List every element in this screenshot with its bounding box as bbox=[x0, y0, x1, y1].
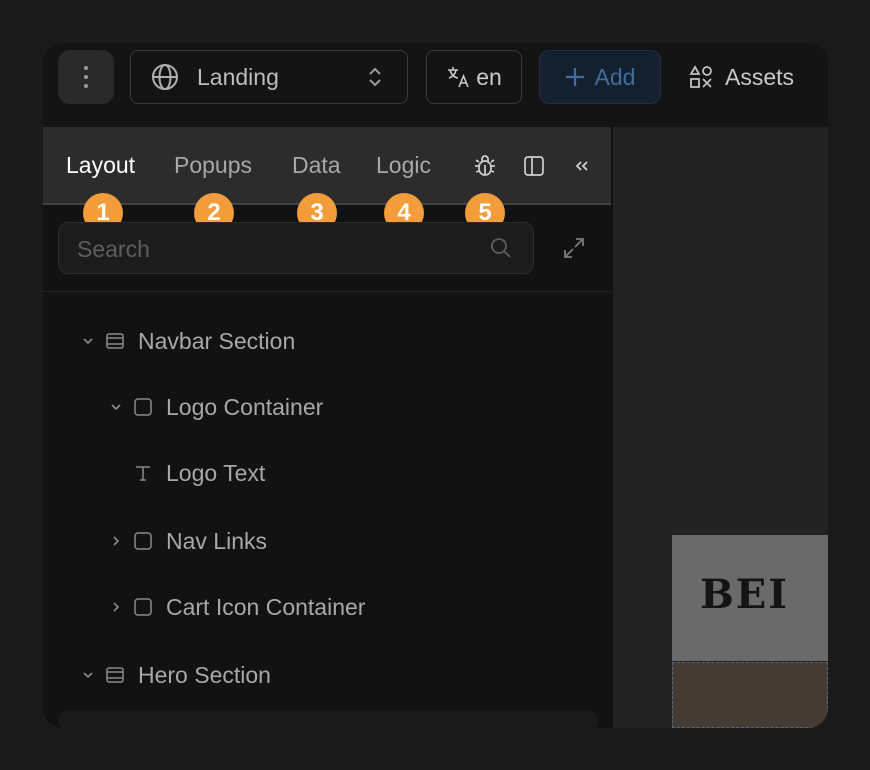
search-input[interactable] bbox=[59, 223, 499, 275]
chevron-down-icon[interactable] bbox=[81, 334, 95, 348]
tree-item-nav-links[interactable]: Nav Links bbox=[109, 524, 267, 558]
chevron-up-down-icon bbox=[369, 67, 381, 87]
tree-item-hero-section[interactable]: Hero Section bbox=[81, 658, 271, 692]
tab-popups[interactable]: Popups bbox=[174, 152, 252, 179]
tree-item-label: Cart Icon Container bbox=[166, 593, 366, 620]
search-icon bbox=[491, 238, 511, 258]
layer-search bbox=[58, 222, 534, 275]
tree-item-logo-container[interactable]: Logo Container bbox=[109, 390, 323, 424]
tab-layout[interactable]: Layout bbox=[66, 152, 135, 179]
tab-logic[interactable]: Logic bbox=[376, 152, 431, 179]
tree-item-cart-icon-container[interactable]: Cart Icon Container bbox=[109, 590, 365, 624]
chevron-down-icon[interactable] bbox=[109, 400, 123, 414]
tree-item-label: Nav Links bbox=[166, 527, 267, 554]
globe-icon bbox=[152, 64, 178, 90]
chevron-right-icon[interactable] bbox=[109, 534, 123, 548]
assets-button[interactable]: Assets bbox=[689, 50, 794, 104]
container-icon bbox=[134, 598, 152, 616]
panel-toggle-icon[interactable] bbox=[522, 154, 546, 178]
design-canvas[interactable]: BEI bbox=[613, 127, 828, 728]
more-menu-button[interactable] bbox=[58, 50, 114, 104]
translate-icon bbox=[448, 67, 469, 88]
add-button[interactable]: Add bbox=[539, 50, 661, 104]
add-label: Add bbox=[594, 63, 636, 90]
expand-icon[interactable] bbox=[562, 236, 586, 260]
tree-item-navbar-section[interactable]: Navbar Section bbox=[81, 324, 295, 358]
dot bbox=[84, 75, 88, 79]
bug-icon[interactable] bbox=[473, 154, 497, 178]
section-icon bbox=[106, 333, 124, 349]
panel-tabs: Layout Popups Data Logic bbox=[43, 127, 611, 205]
tab-data[interactable]: Data bbox=[292, 152, 341, 179]
panel-divider bbox=[43, 291, 611, 292]
tree-item-label: Logo Text bbox=[166, 459, 266, 486]
container-icon bbox=[134, 398, 152, 416]
editor-window: Landing en Add Assets Layout Popups Data… bbox=[43, 43, 828, 728]
section-icon bbox=[106, 667, 124, 683]
tree-item-label: Hero Section bbox=[138, 661, 271, 688]
shapes-icon bbox=[689, 65, 712, 88]
collapse-panel-icon[interactable] bbox=[570, 154, 594, 178]
language-label: en bbox=[476, 63, 502, 90]
preview-hero-section[interactable] bbox=[672, 662, 828, 728]
language-button[interactable]: en bbox=[426, 50, 522, 104]
tree-item-label: Navbar Section bbox=[138, 327, 296, 354]
preview-navbar[interactable]: BEI bbox=[672, 535, 828, 661]
tree-item-logo-text[interactable]: Logo Text bbox=[133, 456, 265, 490]
page-select-value: Landing bbox=[197, 63, 279, 90]
preview-brand-text: BEI bbox=[700, 571, 790, 618]
page-select[interactable]: Landing bbox=[130, 50, 408, 104]
tree-item-label: Logo Container bbox=[166, 393, 324, 420]
assets-label: Assets bbox=[725, 63, 795, 90]
dot bbox=[84, 66, 88, 70]
text-icon bbox=[136, 466, 150, 481]
dot bbox=[84, 84, 88, 88]
chevron-down-icon[interactable] bbox=[81, 668, 95, 682]
container-icon bbox=[134, 532, 152, 550]
top-toolbar: Landing en Add Assets bbox=[43, 43, 828, 127]
next-tree-item-placeholder bbox=[58, 711, 598, 728]
chevron-right-icon[interactable] bbox=[109, 600, 123, 614]
plus-icon bbox=[565, 68, 584, 86]
